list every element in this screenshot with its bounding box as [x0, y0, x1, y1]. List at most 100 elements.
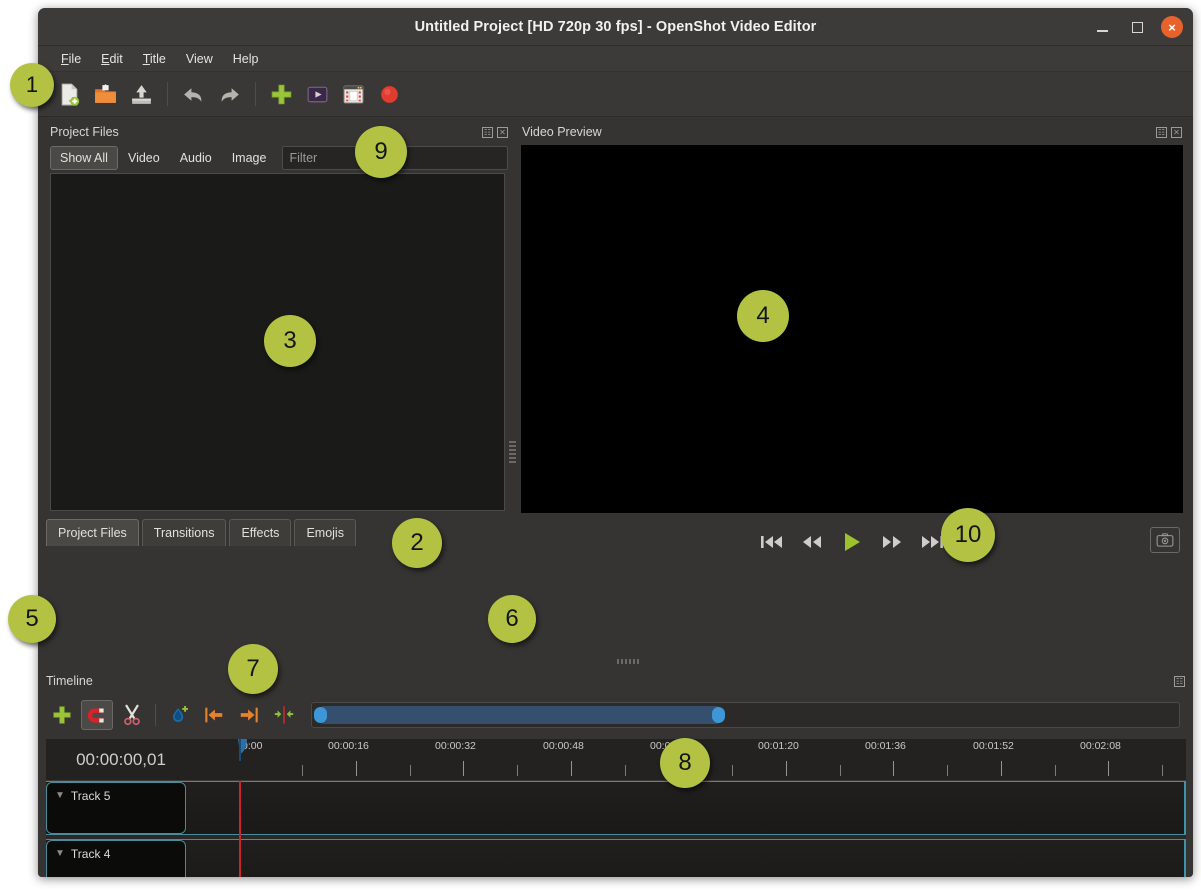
timeline-ruler[interactable]: 00:00:00,01 0:00 00:00:16 00:00:32 00:00… [46, 739, 1186, 781]
undo-icon[interactable] [178, 79, 209, 110]
video-preview-panel: Video Preview ☷ ✕ [516, 121, 1188, 651]
add-marker-button[interactable] [163, 700, 195, 730]
project-files-title-bar: Project Files ☷ ✕ [44, 121, 514, 143]
ruler-label: 00:01:52 [973, 740, 1014, 752]
menu-file-rest: ile [69, 52, 82, 66]
fullscreen-icon[interactable] [302, 79, 333, 110]
new-project-icon[interactable] [54, 79, 85, 110]
callout-badge-3: 3 [264, 315, 316, 367]
ruler-tick-minor [947, 765, 948, 776]
play-button[interactable] [839, 530, 865, 554]
ruler-tick-minor [732, 765, 733, 776]
ruler-tick [786, 761, 787, 776]
callout-badge-9: 9 [355, 126, 407, 178]
splitter-grip-icon [617, 659, 639, 664]
export-video-icon[interactable] [338, 79, 369, 110]
filter-image-button[interactable]: Image [222, 146, 277, 170]
razor-button[interactable] [116, 700, 148, 730]
ruler-tick [1108, 761, 1109, 776]
open-project-icon[interactable] [90, 79, 121, 110]
callout-badge-8: 8 [660, 738, 710, 788]
transport-controls [516, 519, 1188, 565]
redo-icon[interactable] [214, 79, 245, 110]
video-preview-dock-buttons: ☷ ✕ [1156, 127, 1182, 138]
project-files-dock-buttons: ☷ ✕ [482, 127, 508, 138]
ruler-label: 00:00:16 [328, 740, 369, 752]
callout-badge-5: 5 [8, 595, 56, 643]
menu-help[interactable]: Help [224, 49, 268, 69]
timeline-title: Timeline [46, 674, 93, 688]
close-panel-icon[interactable]: ✕ [497, 127, 508, 138]
timeline-toolbar [46, 695, 1186, 735]
import-files-icon[interactable] [266, 79, 297, 110]
tab-emojis[interactable]: Emojis [294, 519, 356, 546]
track-header[interactable]: ▼ Track 5 [46, 782, 186, 834]
tab-effects[interactable]: Effects [229, 519, 291, 546]
menu-edit[interactable]: Edit [92, 49, 132, 69]
rewind-button[interactable] [799, 530, 825, 554]
timeline-tracks: ▼ Track 5 ▼ Track 4 [46, 781, 1186, 877]
ruler-tick [356, 761, 357, 776]
save-frame-button[interactable] [1150, 527, 1180, 553]
float-icon[interactable]: ☷ [482, 127, 493, 138]
filter-video-button[interactable]: Video [118, 146, 170, 170]
zoom-handle-right[interactable] [712, 707, 725, 723]
previous-marker-button[interactable] [198, 700, 230, 730]
main-toolbar [38, 72, 1193, 117]
track-label: Track 4 [71, 847, 111, 861]
chevron-down-icon[interactable]: ▼ [55, 789, 65, 802]
fast-forward-button[interactable] [879, 530, 905, 554]
menu-title-rest: itle [150, 52, 166, 66]
close-panel-icon[interactable]: ✕ [1171, 127, 1182, 138]
ruler-tick-minor [625, 765, 626, 776]
callout-badge-2: 2 [392, 518, 442, 568]
close-button[interactable]: × [1161, 16, 1183, 38]
tab-project-files[interactable]: Project Files [46, 519, 139, 546]
panel-splitter-horizontal[interactable] [598, 657, 658, 665]
timeline-zoom-slider[interactable] [311, 702, 1180, 728]
zoom-handle-left[interactable] [314, 707, 327, 723]
filter-show-all-button[interactable]: Show All [50, 146, 118, 170]
title-bar: Untitled Project [HD 720p 30 fps] - Open… [38, 8, 1193, 46]
playhead-handle[interactable] [234, 739, 248, 761]
ruler-tick [893, 761, 894, 776]
save-project-icon[interactable] [126, 79, 157, 110]
track-row[interactable]: ▼ Track 4 [46, 839, 1186, 877]
jump-start-button[interactable] [759, 530, 785, 554]
timeline-title-bar: Timeline ☷ [38, 669, 1193, 693]
callout-badge-1: 1 [10, 63, 54, 107]
maximize-button[interactable] [1126, 16, 1148, 38]
track-header[interactable]: ▼ Track 4 [46, 840, 186, 877]
next-marker-button[interactable] [233, 700, 265, 730]
callout-badge-10: 10 [941, 508, 995, 562]
toolbar-separator-2 [255, 82, 256, 106]
float-icon[interactable]: ☷ [1174, 676, 1185, 687]
track-clip-area[interactable] [187, 782, 1186, 834]
splitter-grip-icon [509, 441, 516, 463]
minimize-button[interactable] [1091, 16, 1113, 38]
ruler-tick [571, 761, 572, 776]
track-clip-area[interactable] [187, 840, 1186, 877]
menu-title[interactable]: Title [134, 49, 175, 69]
ruler-tick-minor [410, 765, 411, 776]
snapping-button[interactable] [81, 700, 113, 730]
panel-splitter-vertical[interactable] [509, 417, 516, 487]
callout-badge-7: 7 [228, 644, 278, 694]
filter-audio-button[interactable]: Audio [170, 146, 222, 170]
record-icon[interactable] [374, 79, 405, 110]
ruler-tick-minor [302, 765, 303, 776]
ruler-tick-minor [840, 765, 841, 776]
add-track-button[interactable] [46, 700, 78, 730]
project-files-panel: Project Files ☷ ✕ Show All Video Audio I… [44, 121, 514, 651]
menu-view[interactable]: View [177, 49, 222, 69]
tab-transitions[interactable]: Transitions [142, 519, 227, 546]
float-icon[interactable]: ☷ [1156, 127, 1167, 138]
callout-badge-6: 6 [488, 595, 536, 643]
video-preview-surface[interactable] [521, 145, 1183, 513]
center-playhead-button[interactable] [268, 700, 300, 730]
ruler-tick [1001, 761, 1002, 776]
track-row[interactable]: ▼ Track 5 [46, 781, 1186, 835]
ruler-label: 00:00:48 [543, 740, 584, 752]
menu-file[interactable]: File [52, 49, 90, 69]
chevron-down-icon[interactable]: ▼ [55, 847, 65, 860]
